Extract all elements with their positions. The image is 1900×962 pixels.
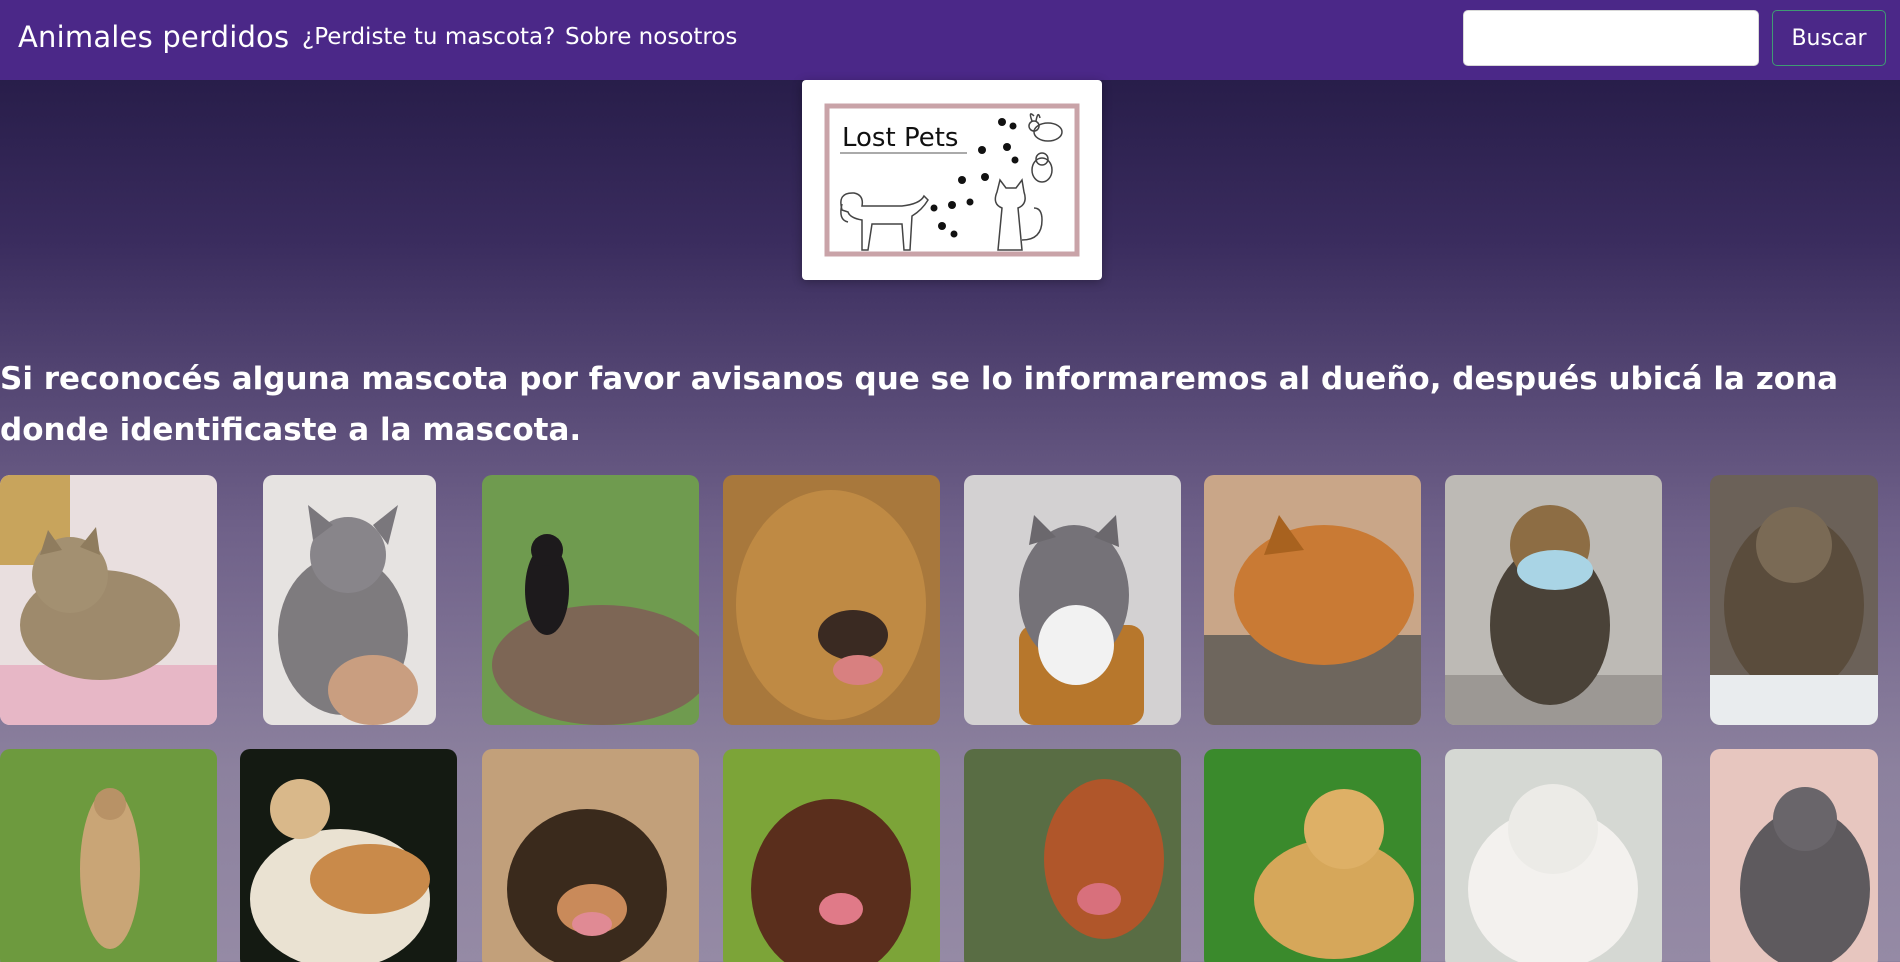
nav-link-lost-pet[interactable]: ¿Perdiste tu mascota? xyxy=(302,24,555,50)
pet-photo-dog[interactable] xyxy=(482,749,699,962)
pet-photo-cat[interactable] xyxy=(240,749,457,962)
pet-photo-dog[interactable] xyxy=(723,749,940,962)
brand-link[interactable]: Animales perdidos xyxy=(18,20,289,54)
pet-photo-dog[interactable] xyxy=(1445,475,1662,725)
logo-text: Lost Pets xyxy=(842,123,958,153)
nav-link-about-us[interactable]: Sobre nosotros xyxy=(565,24,737,50)
pet-photo-dog[interactable] xyxy=(1204,749,1421,962)
top-navbar: Animales perdidos ¿Perdiste tu mascota? … xyxy=(0,0,1900,80)
pet-photo-dog[interactable] xyxy=(723,475,940,725)
pet-photo-cat[interactable] xyxy=(1710,475,1878,725)
search-button[interactable]: Buscar xyxy=(1772,10,1886,66)
lost-pets-logo: Lost Pets xyxy=(802,80,1102,280)
pet-photo-dog[interactable] xyxy=(482,475,699,725)
page-headline: Si reconocés alguna mascota por favor av… xyxy=(0,361,1839,448)
pet-photo-dog[interactable] xyxy=(1445,749,1662,962)
pet-photo-meerkat[interactable] xyxy=(0,749,217,962)
search-input[interactable] xyxy=(1463,10,1759,66)
pet-photo-cat[interactable] xyxy=(0,475,217,725)
pet-photo-dog[interactable] xyxy=(1204,475,1421,725)
pet-photo-cat[interactable] xyxy=(263,475,436,725)
pet-photo-cat[interactable] xyxy=(964,475,1181,725)
pet-photo-cat[interactable] xyxy=(1710,749,1878,962)
pet-photo-dog[interactable] xyxy=(964,749,1181,962)
